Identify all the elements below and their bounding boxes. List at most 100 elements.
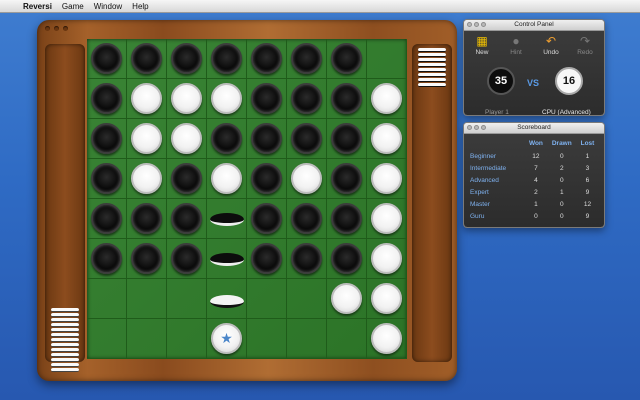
board-cell[interactable] — [127, 79, 167, 119]
board-cell[interactable] — [207, 39, 247, 79]
board-cell[interactable] — [167, 239, 207, 279]
board-cell[interactable]: ★ — [207, 319, 247, 359]
board-cell[interactable] — [167, 279, 207, 319]
board-cell[interactable] — [127, 119, 167, 159]
control-panel-titlebar[interactable]: Control Panel — [464, 20, 604, 31]
board-cell[interactable] — [327, 199, 367, 239]
menu-window[interactable]: Window — [89, 2, 127, 11]
board-cell[interactable] — [327, 39, 367, 79]
board-cell[interactable] — [367, 279, 407, 319]
board-cell[interactable] — [287, 319, 327, 359]
board-cell[interactable] — [327, 279, 367, 319]
board-grid[interactable]: ★ — [87, 39, 407, 359]
board-cell[interactable] — [367, 239, 407, 279]
new-game-button[interactable]: ▦ New — [469, 33, 495, 56]
drawn-count: 0 — [559, 152, 564, 160]
board-cell[interactable] — [367, 199, 407, 239]
board-cell[interactable] — [87, 239, 127, 279]
board-cell[interactable] — [287, 39, 327, 79]
menu-help[interactable]: Help — [127, 2, 153, 11]
board-cell[interactable] — [127, 239, 167, 279]
board-cell[interactable] — [127, 39, 167, 79]
board-cell[interactable] — [327, 159, 367, 199]
board-cell[interactable] — [207, 279, 247, 319]
board-cell[interactable] — [287, 159, 327, 199]
close-dot-icon[interactable] — [45, 26, 50, 31]
board-cell[interactable] — [87, 119, 127, 159]
board-cell[interactable] — [127, 199, 167, 239]
board-cell[interactable] — [287, 79, 327, 119]
undo-button[interactable]: ↶ Undo — [538, 33, 564, 56]
minimize-light-icon[interactable] — [474, 22, 479, 27]
board-cell[interactable] — [367, 159, 407, 199]
hint-button[interactable]: ● Hint — [503, 33, 529, 56]
board-cell[interactable] — [87, 319, 127, 359]
board-cell[interactable] — [367, 79, 407, 119]
board-cell[interactable] — [247, 239, 287, 279]
board-cell[interactable] — [167, 119, 207, 159]
redo-button[interactable]: ↷ Redo — [572, 33, 598, 56]
close-light-icon[interactable] — [467, 125, 472, 130]
black-piece — [291, 203, 322, 234]
board-cell[interactable] — [207, 79, 247, 119]
close-light-icon[interactable] — [467, 22, 472, 27]
black-piece — [171, 243, 202, 274]
board-cell[interactable] — [167, 319, 207, 359]
menu-app-name[interactable]: Reversi — [18, 2, 57, 11]
board-cell[interactable] — [167, 79, 207, 119]
board-cell[interactable] — [207, 159, 247, 199]
board-cell[interactable] — [247, 39, 287, 79]
white-piece — [371, 203, 402, 234]
board-cell[interactable] — [287, 199, 327, 239]
board-cell[interactable] — [167, 39, 207, 79]
star-icon: ★ — [220, 330, 233, 346]
white-piece — [211, 83, 242, 114]
board-cell[interactable] — [87, 39, 127, 79]
board-cell[interactable] — [207, 239, 247, 279]
board-cell[interactable] — [367, 319, 407, 359]
board-cell[interactable] — [287, 279, 327, 319]
board-cell[interactable] — [127, 319, 167, 359]
board-cell[interactable] — [327, 119, 367, 159]
board-cell[interactable] — [247, 199, 287, 239]
board-cell[interactable] — [287, 239, 327, 279]
table-row: Master 1 0 12 — [470, 198, 598, 210]
board-cell[interactable] — [327, 319, 367, 359]
menu-game[interactable]: Game — [57, 2, 89, 11]
black-piece — [211, 43, 242, 74]
board-cell[interactable] — [367, 39, 407, 79]
board-cell[interactable] — [167, 159, 207, 199]
board-cell[interactable] — [87, 279, 127, 319]
board-cell[interactable] — [87, 159, 127, 199]
board-cell[interactable] — [87, 79, 127, 119]
board-cell[interactable] — [167, 199, 207, 239]
board-cell[interactable] — [287, 119, 327, 159]
left-piece-tray — [45, 44, 85, 372]
table-row: Expert 2 1 9 — [470, 186, 598, 198]
minimize-dot-icon[interactable] — [54, 26, 59, 31]
board-cell[interactable] — [327, 239, 367, 279]
redo-label: Redo — [577, 49, 593, 56]
table-row: Advanced 4 0 6 — [470, 174, 598, 186]
scoreboard-titlebar[interactable]: Scoreboard — [464, 123, 604, 134]
player2-score: 16 — [555, 67, 583, 95]
hint-marker[interactable]: ★ — [211, 323, 242, 354]
board-cell[interactable] — [367, 119, 407, 159]
board-cell[interactable] — [127, 279, 167, 319]
board-cell[interactable] — [247, 119, 287, 159]
board-cell[interactable] — [127, 159, 167, 199]
zoom-light-icon[interactable] — [481, 22, 486, 27]
zoom-light-icon[interactable] — [481, 125, 486, 130]
lost-count: 3 — [585, 164, 590, 172]
zoom-dot-icon[interactable] — [63, 26, 68, 31]
board-cell[interactable] — [327, 79, 367, 119]
minimize-light-icon[interactable] — [474, 125, 479, 130]
board-cell[interactable] — [247, 79, 287, 119]
board-cell[interactable] — [207, 199, 247, 239]
board-cell[interactable] — [207, 119, 247, 159]
board-cell[interactable] — [247, 159, 287, 199]
black-piece — [131, 203, 162, 234]
board-cell[interactable] — [247, 279, 287, 319]
board-cell[interactable] — [87, 199, 127, 239]
board-cell[interactable] — [247, 319, 287, 359]
